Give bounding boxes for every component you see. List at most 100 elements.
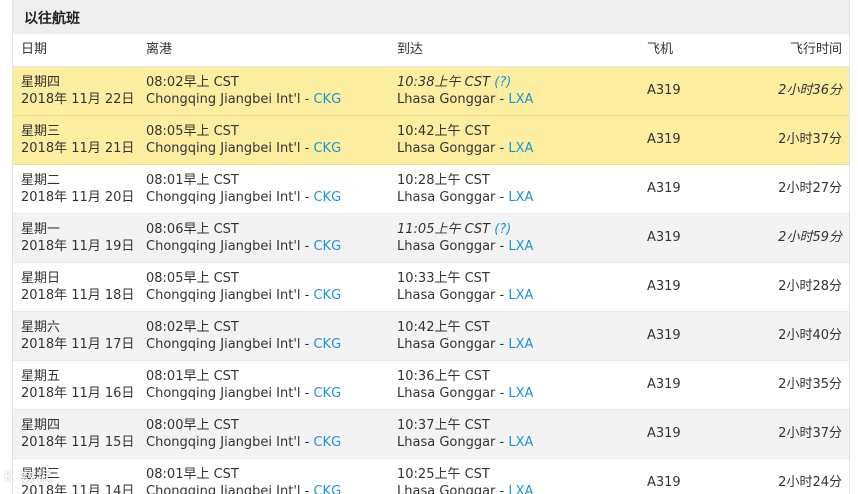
- weekday: 星期二: [21, 173, 61, 188]
- flight-duration: 2小时37分: [778, 132, 842, 147]
- table-row[interactable]: 星期四 2018年 11月 22日 08:02早上 CST Chongqing …: [13, 67, 849, 116]
- arrival-cell: 10:25上午 CST Lhasa Gonggar - LXA: [397, 466, 533, 494]
- date-cell: 星期四 2018年 11月 15日: [21, 417, 134, 451]
- column-header-arrival: 到达: [397, 42, 424, 57]
- weekday: 星期五: [21, 369, 61, 384]
- departure-airport-code-link[interactable]: CKG: [313, 386, 341, 401]
- arrival-airport: Lhasa Gonggar: [397, 435, 496, 450]
- date-cell: 星期一 2018年 11月 19日: [21, 221, 134, 255]
- departure-airport: Chongqing Jiangbei Int'l: [146, 92, 301, 107]
- departure-airport-code-link[interactable]: CKG: [313, 484, 341, 494]
- departure-time: 08:00早上 CST: [146, 418, 239, 433]
- arrival-cell: 10:42上午 CST Lhasa Gonggar - LXA: [397, 320, 534, 352]
- arrival-cell: 10:42上午 CST Lhasa Gonggar - LXA: [397, 124, 534, 156]
- departure-time: 08:05早上 CST: [146, 124, 239, 139]
- departure-cell: 08:00早上 CST Chongqing Jiangbei Int'l - C…: [146, 418, 342, 450]
- estimated-arrival-help-link[interactable]: (?): [494, 222, 511, 237]
- arrival-cell: 10:28上午 CST Lhasa Gonggar - LXA: [397, 173, 534, 205]
- arrival-airport-code-link[interactable]: LXA: [508, 288, 533, 303]
- estimated-arrival-help-link[interactable]: (?): [494, 75, 511, 90]
- arrival-airport-code-link[interactable]: LXA: [508, 141, 533, 156]
- departure-airport: Chongqing Jiangbei Int'l: [146, 435, 301, 450]
- departure-airport: Chongqing Jiangbei Int'l: [146, 141, 301, 156]
- column-header-duration: 飞行时间: [789, 42, 842, 57]
- column-header-date: 日期: [21, 42, 48, 57]
- departure-cell: 08:01早上 CST Chongqing Jiangbei Int'l - C…: [146, 369, 342, 401]
- column-header-aircraft: 飞机: [647, 42, 674, 57]
- flight-table-body: 星期四 2018年 11月 22日 08:02早上 CST Chongqing …: [13, 67, 849, 494]
- arrival-airport-code-link[interactable]: LXA: [508, 92, 533, 107]
- weekday: 星期六: [21, 320, 61, 335]
- aircraft-type: A319: [647, 475, 681, 490]
- arrival-cell: 10:37上午 CST Lhasa Gonggar - LXA: [397, 418, 534, 450]
- departure-time: 08:02早上 CST: [146, 75, 239, 90]
- flight-date: 2018年 11月 15日: [21, 435, 135, 450]
- departure-time: 08:01早上 CST: [146, 467, 239, 482]
- flight-date: 2018年 11月 22日: [21, 92, 135, 107]
- arrival-cell: 10:38上午 CST (?) Lhasa Gonggar - LXA: [397, 75, 534, 107]
- arrival-time: 10:42上午 CST: [397, 320, 490, 335]
- table-row[interactable]: 星期三 2018年 11月 21日 08:05早上 CST Chongqing …: [13, 116, 849, 165]
- table-row[interactable]: 星期日 2018年 11月 18日 08:05早上 CST Chongqing …: [13, 263, 849, 312]
- flight-date: 2018年 11月 21日: [21, 141, 135, 156]
- departure-airport: Chongqing Jiangbei Int'l: [146, 386, 301, 401]
- departure-cell: 08:01早上 CST Chongqing Jiangbei Int'l - C…: [146, 173, 342, 205]
- departure-cell: 08:05早上 CST Chongqing Jiangbei Int'l - C…: [146, 271, 342, 303]
- flight-date: 2018年 11月 18日: [21, 288, 135, 303]
- arrival-airport-code-link[interactable]: LXA: [508, 435, 533, 450]
- table-row[interactable]: 星期二 2018年 11月 20日 08:01早上 CST Chongqing …: [13, 165, 849, 214]
- weekday: 星期三: [21, 124, 61, 139]
- date-cell: 星期六 2018年 11月 17日: [21, 319, 134, 353]
- arrival-airport-code-link[interactable]: LXA: [508, 239, 533, 254]
- aircraft-type: A319: [647, 181, 681, 196]
- departure-time: 08:01早上 CST: [146, 369, 239, 384]
- flight-date: 2018年 11月 20日: [21, 190, 135, 205]
- departure-airport: Chongqing Jiangbei Int'l: [146, 337, 301, 352]
- aircraft-type: A319: [647, 328, 681, 343]
- arrival-airport-code-link[interactable]: LXA: [508, 190, 533, 205]
- departure-cell: 08:01早上 CST Chongqing Jiangbei Int'l - C…: [146, 466, 341, 494]
- table-row[interactable]: 星期五 2018年 11月 16日 08:01早上 CST Chongqing …: [13, 361, 849, 410]
- arrival-time: 10:38上午 CST: [397, 75, 491, 90]
- flight-duration: 2小时40分: [778, 328, 842, 343]
- arrival-airport: Lhasa Gonggar: [397, 288, 496, 303]
- arrival-airport: Lhasa Gonggar: [397, 484, 496, 494]
- departure-cell: 08:02早上 CST Chongqing Jiangbei Int'l - C…: [146, 75, 342, 107]
- date-cell: 星期二 2018年 11月 20日: [21, 172, 134, 206]
- departure-time: 08:01早上 CST: [146, 173, 239, 188]
- departure-airport-code-link[interactable]: CKG: [313, 141, 341, 156]
- flight-duration: 2小时28分: [778, 279, 842, 294]
- departure-airport-code-link[interactable]: CKG: [313, 92, 341, 107]
- departure-airport-code-link[interactable]: CKG: [313, 337, 341, 352]
- flight-duration: 2小时36分: [778, 83, 842, 98]
- flight-duration: 2小时35分: [778, 377, 842, 392]
- arrival-time: 10:37上午 CST: [397, 418, 490, 433]
- departure-airport: Chongqing Jiangbei Int'l: [146, 239, 301, 254]
- arrival-cell: 10:36上午 CST Lhasa Gonggar - LXA: [397, 369, 534, 401]
- flight-duration: 2小时27分: [778, 181, 842, 196]
- departure-airport-code-link[interactable]: CKG: [313, 239, 341, 254]
- arrival-airport: Lhasa Gonggar: [397, 92, 496, 107]
- departure-airport-code-link[interactable]: CKG: [313, 288, 341, 303]
- table-row[interactable]: 星期三 2018年 11月 14日 08:01早上 CST Chongqing …: [13, 459, 849, 494]
- flight-date: 2018年 11月 19日: [21, 239, 135, 254]
- table-row[interactable]: 星期一 2018年 11月 19日 08:06早上 CST Chongqing …: [13, 214, 849, 263]
- aircraft-type: A319: [647, 83, 681, 98]
- flight-duration: 2小时24分: [778, 475, 842, 490]
- table-row[interactable]: 星期四 2018年 11月 15日 08:00早上 CST Chongqing …: [13, 410, 849, 459]
- departure-airport-code-link[interactable]: CKG: [313, 190, 341, 205]
- date-cell: 星期四 2018年 11月 22日: [21, 74, 134, 108]
- departure-airport-code-link[interactable]: CKG: [313, 435, 341, 450]
- aircraft-type: A319: [647, 230, 681, 245]
- arrival-airport-code-link[interactable]: LXA: [508, 337, 533, 352]
- date-cell: 星期日 2018年 11月 18日: [21, 270, 134, 304]
- departure-airport: Chongqing Jiangbei Int'l: [146, 484, 301, 494]
- arrival-airport-code-link[interactable]: LXA: [508, 386, 533, 401]
- aircraft-type: A319: [647, 377, 681, 392]
- table-row[interactable]: 星期六 2018年 11月 17日 08:02早上 CST Chongqing …: [13, 312, 849, 361]
- arrival-airport-code-link[interactable]: LXA: [508, 484, 533, 494]
- flight-history-panel: 以往航班 日期 离港 到达 飞机 飞行时间 星期四 2018年 11月 22日 …: [12, 0, 850, 494]
- column-header-departure: 离港: [146, 42, 173, 57]
- arrival-cell: 11:05上午 CST (?) Lhasa Gonggar - LXA: [397, 222, 534, 254]
- weekday: 星期四: [21, 418, 61, 433]
